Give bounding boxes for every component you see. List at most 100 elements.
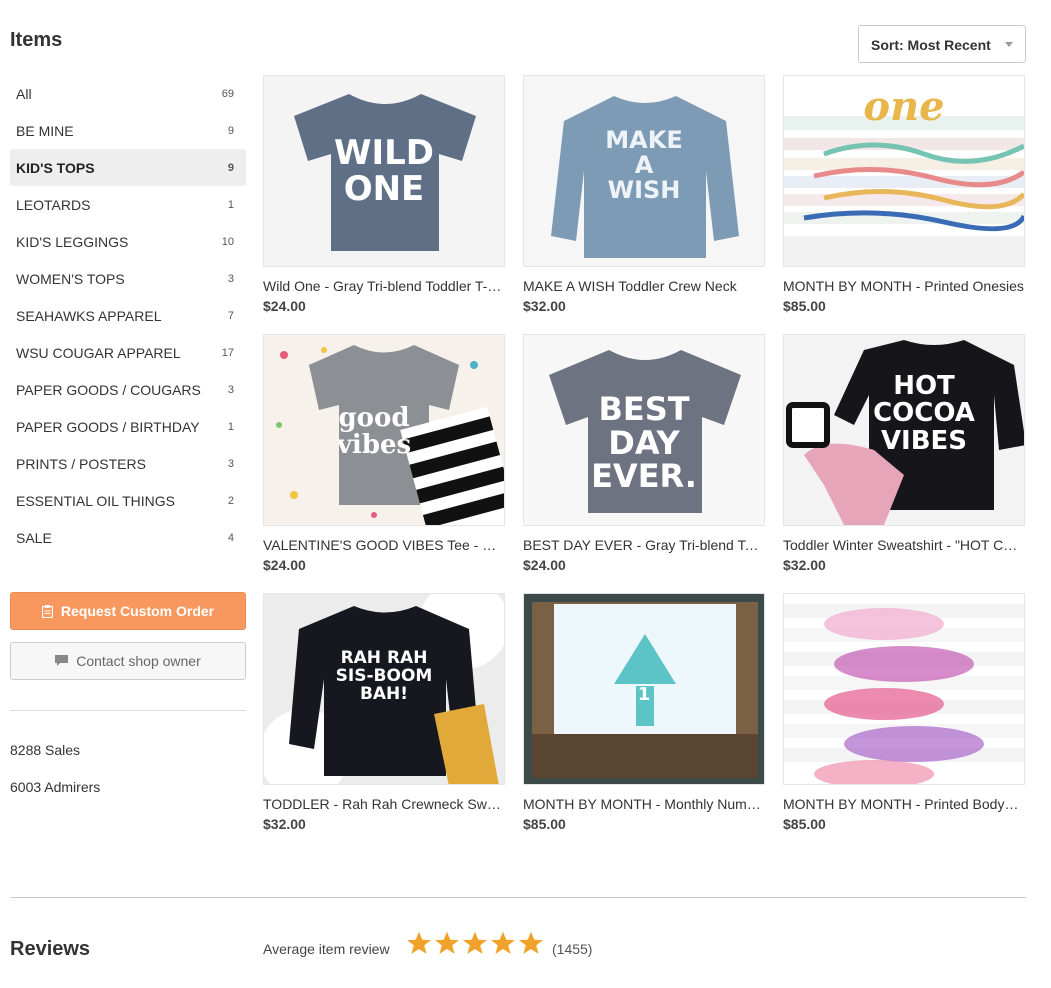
sort-dropdown[interactable]: Sort: Most Recent xyxy=(858,25,1026,63)
item-price: $24.00 xyxy=(263,557,306,573)
review-count: (1455) xyxy=(552,941,593,957)
item-title[interactable]: MONTH BY MONTH - Printed Bodysuits xyxy=(783,796,1025,812)
item-thumbnail[interactable]: BEST DAY EVER. xyxy=(523,334,765,526)
item-art-text: WILD ONE xyxy=(333,133,435,209)
category-label: WSU COUGAR APPAREL xyxy=(16,344,181,361)
category-label: PRINTS / POSTERS xyxy=(16,455,146,472)
category-item-prints-posters[interactable]: PRINTS / POSTERS 3 xyxy=(10,445,246,482)
category-item-kids-leggings[interactable]: KID'S LEGGINGS 10 xyxy=(10,223,246,260)
rating-stars xyxy=(406,930,544,956)
item-card[interactable]: MAKE A WISH MAKE A WISH Toddler Crew Nec… xyxy=(523,75,765,314)
folded-bodysuits-image xyxy=(784,604,1024,784)
contact-shop-owner-label: Contact shop owner xyxy=(76,653,201,669)
star-icon xyxy=(491,931,515,954)
category-item-kids-tops[interactable]: KID'S TOPS 9 xyxy=(10,149,246,186)
item-title[interactable]: Wild One - Gray Tri-blend Toddler T-Shir… xyxy=(263,278,505,294)
item-price: $24.00 xyxy=(523,557,566,573)
category-count: 4 xyxy=(227,531,234,544)
item-thumbnail[interactable]: good vibes xyxy=(263,334,505,526)
item-card[interactable]: MONTH BY MONTH - Printed Bodysuits $85.0… xyxy=(783,593,1025,832)
star-icon xyxy=(435,931,459,954)
items-title: Items xyxy=(10,29,63,51)
category-item-wsu-cougar-apparel[interactable]: WSU COUGAR APPAREL 17 xyxy=(10,334,246,371)
message-icon xyxy=(55,655,69,666)
item-card[interactable]: good vibes VALENTINE'S GOOD VIBES Tee - … xyxy=(263,334,505,573)
category-count: 69 xyxy=(221,87,234,100)
category-count: 3 xyxy=(227,457,234,470)
category-label: WOMEN'S TOPS xyxy=(16,270,125,287)
item-title[interactable]: MAKE A WISH Toddler Crew Neck xyxy=(523,278,765,294)
request-custom-order-button[interactable]: Request Custom Order xyxy=(10,592,246,630)
item-thumbnail[interactable]: one xyxy=(783,75,1025,267)
category-label: SEAHAWKS APPAREL xyxy=(16,307,162,324)
category-item-leotards[interactable]: LEOTARDS 1 xyxy=(10,186,246,223)
reviews-title: Reviews xyxy=(10,938,91,960)
category-label: KID'S TOPS xyxy=(16,159,95,176)
item-art-text: BEST DAY EVER. xyxy=(591,390,697,496)
item-price: $32.00 xyxy=(783,557,826,573)
item-card[interactable]: RAH RAH SIS-BOOM BAH! TODDLER - Rah Rah … xyxy=(263,593,505,832)
category-item-sale[interactable]: SALE 4 xyxy=(10,519,246,556)
item-thumbnail[interactable]: 1 xyxy=(523,593,765,785)
star-icon xyxy=(463,931,487,954)
category-item-be-mine[interactable]: BE MINE 9 xyxy=(10,112,246,149)
item-price: $24.00 xyxy=(263,298,306,314)
item-title[interactable]: BEST DAY EVER - Gray Tri-blend Toddler T… xyxy=(523,537,765,553)
item-art-text: good vibes xyxy=(336,403,412,461)
category-item-essential-oil-things[interactable]: ESSENTIAL OIL THINGS 2 xyxy=(10,482,246,519)
item-card[interactable]: one MONTH BY MONTH - Printed Onesies $85… xyxy=(783,75,1025,314)
category-item-seahawks-apparel[interactable]: SEAHAWKS APPAREL 7 xyxy=(10,297,246,334)
item-title[interactable]: TODDLER - Rah Rah Crewneck Sweatshirt xyxy=(263,796,505,812)
item-card[interactable]: HOT COCOA VIBES Toddler Winter Sweatshir… xyxy=(783,334,1025,573)
item-thumbnail[interactable]: RAH RAH SIS-BOOM BAH! xyxy=(263,593,505,785)
item-title[interactable]: VALENTINE'S GOOD VIBES Tee - Gray xyxy=(263,537,505,553)
star-icon xyxy=(519,931,543,954)
section-divider xyxy=(10,897,1026,898)
item-price: $32.00 xyxy=(523,298,566,314)
admirers-count: 6003 Admirers xyxy=(10,779,101,795)
category-label: All xyxy=(16,85,32,102)
category-count: 10 xyxy=(221,235,234,248)
category-item-paper-goods-cougars[interactable]: PAPER GOODS / COUGARS 3 xyxy=(10,371,246,408)
item-thumbnail[interactable]: HOT COCOA VIBES xyxy=(783,334,1025,526)
item-art-text: MAKE A WISH xyxy=(605,126,683,205)
item-thumbnail[interactable]: WILD ONE xyxy=(263,75,505,267)
item-price: $85.00 xyxy=(783,816,826,832)
category-label: ESSENTIAL OIL THINGS xyxy=(16,492,175,509)
item-card[interactable]: 1 MONTH BY MONTH - Monthly Numbered Ones… xyxy=(523,593,765,832)
item-title[interactable]: MONTH BY MONTH - Printed Onesies xyxy=(783,278,1025,294)
item-price: $85.00 xyxy=(523,816,566,832)
request-custom-order-label: Request Custom Order xyxy=(60,603,215,619)
average-review-label: Average item review xyxy=(263,941,390,957)
chevron-down-icon xyxy=(1005,42,1013,47)
category-label: BE MINE xyxy=(16,122,74,139)
category-item-womens-tops[interactable]: WOMEN'S TOPS 3 xyxy=(10,260,246,297)
item-thumbnail[interactable]: MAKE A WISH xyxy=(523,75,765,267)
category-item-paper-goods-birthday[interactable]: PAPER GOODS / BIRTHDAY 1 xyxy=(10,408,246,445)
category-label: LEOTARDS xyxy=(16,196,91,213)
item-price: $85.00 xyxy=(783,298,826,314)
category-label: PAPER GOODS / COUGARS xyxy=(16,381,201,398)
category-count: 1 xyxy=(227,198,234,211)
item-art-text: 1 xyxy=(637,684,651,705)
item-art-text: one xyxy=(863,83,945,130)
category-count: 1 xyxy=(227,420,234,433)
category-count: 7 xyxy=(227,309,234,322)
item-card[interactable]: WILD ONE Wild One - Gray Tri-blend Toddl… xyxy=(263,75,505,314)
category-count: 3 xyxy=(227,272,234,285)
star-icon xyxy=(407,931,431,954)
category-label: PAPER GOODS / BIRTHDAY xyxy=(16,418,200,435)
category-count: 9 xyxy=(227,161,234,174)
item-art-text: HOT COCOA VIBES xyxy=(873,371,975,456)
item-card[interactable]: BEST DAY EVER. BEST DAY EVER - Gray Tri-… xyxy=(523,334,765,573)
item-title[interactable]: Toddler Winter Sweatshirt - "HOT COCOA V… xyxy=(783,537,1025,553)
contact-shop-owner-button[interactable]: Contact shop owner xyxy=(10,642,246,680)
category-count: 2 xyxy=(227,494,234,507)
item-title[interactable]: MONTH BY MONTH - Monthly Numbered Onesie… xyxy=(523,796,765,812)
category-count: 9 xyxy=(227,124,234,137)
clipboard-icon xyxy=(41,604,53,618)
sidebar-divider xyxy=(10,710,246,711)
category-count: 17 xyxy=(221,346,234,359)
category-item-all[interactable]: All 69 xyxy=(10,75,246,112)
item-thumbnail[interactable] xyxy=(783,593,1025,785)
